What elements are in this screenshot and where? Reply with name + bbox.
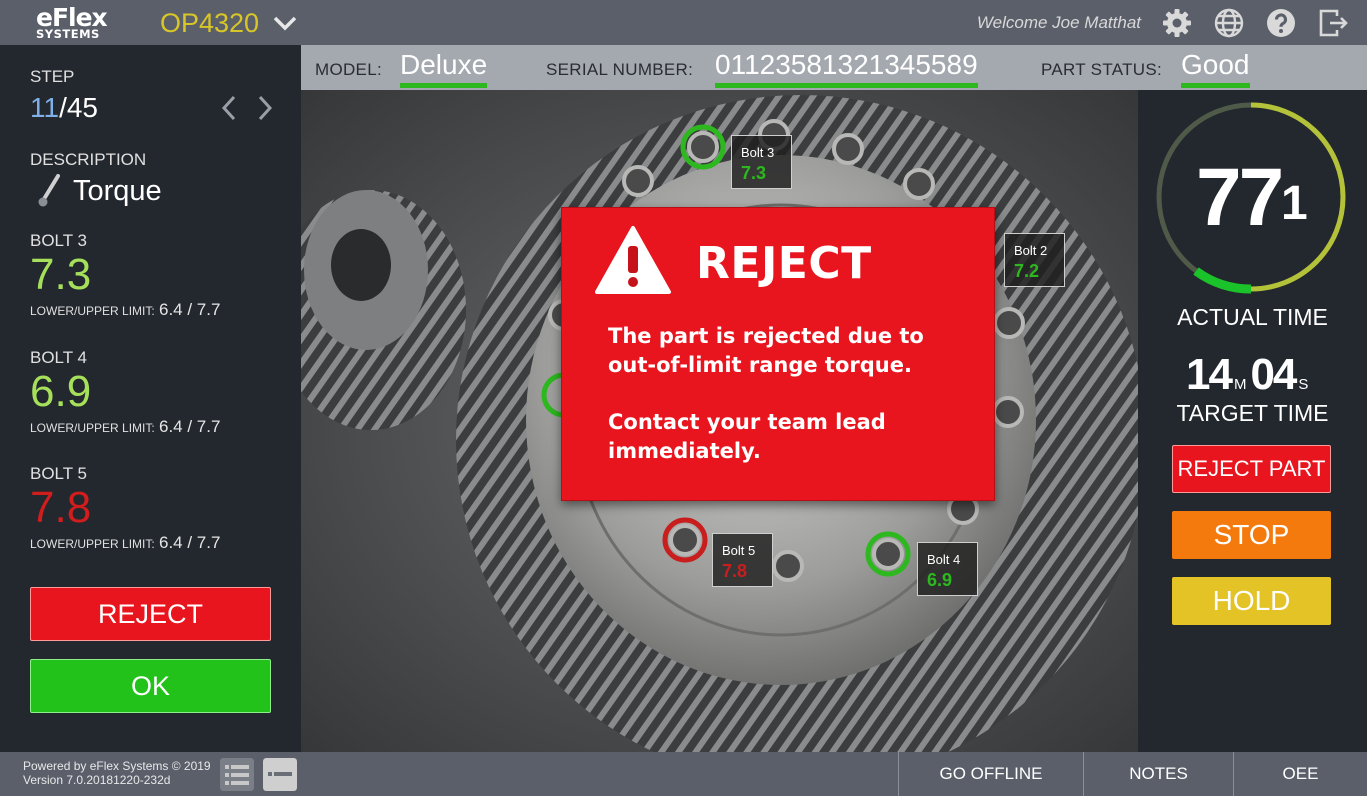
status-value: Good: [1181, 49, 1250, 88]
bolt3-limit-label: LOWER/UPPER LIMIT:: [30, 304, 155, 318]
welcome-text: Welcome Joe Matthat: [976, 13, 1141, 32]
list-view-icon[interactable]: [220, 758, 254, 791]
single-view-icon[interactable]: [263, 758, 297, 791]
notes-button[interactable]: NOTES: [1083, 752, 1233, 796]
settings-gear-icon[interactable]: [1161, 7, 1193, 39]
dialog-message-line1: The part is rejected due to: [608, 324, 924, 348]
bolt3-overlay-value: 7.3: [741, 163, 767, 183]
bolt3-limit-value: 6.4 / 7.7: [159, 300, 221, 319]
step-counter: 11/45: [30, 92, 98, 124]
part-info-bar: MODEL: Deluxe SERIAL NUMBER: 01123581321…: [301, 45, 1367, 90]
bolt5-limit-value: 6.4 / 7.7: [159, 533, 221, 552]
target-time-value: 14 M04 S: [1186, 350, 1312, 400]
powered-by-text: Powered by eFlex Systems © 2019: [23, 759, 211, 773]
actual-time-value: 77: [1196, 152, 1284, 243]
target-seconds: 04: [1250, 350, 1297, 399]
description-label: DESCRIPTION: [30, 150, 147, 169]
bolt4-overlay-value: 6.9: [927, 570, 953, 590]
bolt5-limit-label: LOWER/UPPER LIMIT:: [30, 537, 155, 551]
serial-value: 01123581321345589: [715, 49, 978, 88]
reject-button[interactable]: REJECT: [30, 587, 271, 641]
step-current: 11: [30, 92, 60, 123]
ok-button[interactable]: OK: [30, 659, 271, 713]
bolt5-overlay-name: Bolt 5: [722, 543, 756, 558]
bolt3-overlay-name: Bolt 3: [741, 145, 775, 160]
help-icon[interactable]: [1265, 7, 1297, 39]
logout-icon[interactable]: [1317, 7, 1349, 39]
bolt2-overlay: Bolt 2 7.2: [1004, 233, 1065, 287]
next-step-icon[interactable]: [255, 93, 275, 123]
top-bar: eFlex SYSTEMS OP4320 Welcome Joe Matthat: [0, 0, 1367, 45]
bolt4-overlay-name: Bolt 4: [927, 552, 961, 567]
target-seconds-unit: S: [1298, 376, 1309, 393]
dialog-message-line3: Contact your team lead: [608, 410, 886, 434]
hold-button[interactable]: HOLD: [1172, 577, 1331, 625]
model-value: Deluxe: [400, 49, 488, 88]
bolt2-overlay-name: Bolt 2: [1014, 243, 1048, 258]
actual-time-fraction: 1: [1281, 177, 1308, 230]
torque-wrench-icon: [38, 174, 60, 207]
previous-step-icon[interactable]: [219, 93, 239, 123]
oee-button[interactable]: OEE: [1233, 752, 1367, 796]
description-value: Torque: [73, 175, 162, 207]
bolt4-limit-value: 6.4 / 7.7: [159, 417, 221, 436]
bolt4-label: BOLT 4: [30, 348, 88, 367]
bolt5-label: BOLT 5: [30, 464, 88, 483]
serial-label: SERIAL NUMBER:: [546, 60, 694, 79]
bolt4-limit-label: LOWER/UPPER LIMIT:: [30, 421, 155, 435]
bolt5-overlay-value: 7.8: [722, 561, 748, 581]
target-time-label: TARGET TIME: [1176, 400, 1329, 426]
target-minutes-unit: M: [1233, 376, 1247, 393]
go-offline-button[interactable]: GO OFFLINE: [898, 752, 1083, 796]
step-label: STEP: [30, 67, 75, 86]
actual-time-label: ACTUAL TIME: [1177, 304, 1328, 330]
eflex-logo: eFlex SYSTEMS: [36, 3, 136, 41]
bolt2-overlay-value: 7.2: [1014, 261, 1040, 281]
reject-dialog: REJECT The part is rejected due to out-o…: [561, 207, 995, 501]
footer-credits: Powered by eFlex Systems © 2019 Version …: [23, 759, 211, 787]
logo-text: eFlex: [36, 3, 108, 32]
bolt5-overlay: Bolt 5 7.8: [712, 533, 773, 587]
bolt3-label: BOLT 3: [30, 231, 88, 250]
reject-part-button[interactable]: REJECT PART: [1172, 445, 1331, 493]
step-panel: STEP 11/45 DESCRIPTION Torque BOLT 3 7.3…: [0, 45, 301, 752]
bolt4-overlay: Bolt 4 6.9: [917, 542, 978, 596]
target-minutes: 14: [1186, 350, 1233, 399]
footer-bar: Powered by eFlex Systems © 2019 Version …: [0, 752, 1367, 796]
bolt3-value: 7.3: [30, 250, 92, 299]
language-globe-icon[interactable]: [1213, 7, 1245, 39]
logo-subtext: SYSTEMS: [36, 27, 100, 41]
warning-icon: [595, 226, 671, 294]
dialog-message-line2: out-of-limit range torque.: [608, 353, 912, 377]
version-text: Version 7.0.20181220-232d: [23, 773, 171, 787]
bolt4-value: 6.9: [30, 367, 92, 416]
chevron-down-icon[interactable]: [270, 9, 300, 37]
model-label: MODEL:: [315, 60, 382, 79]
dialog-title: REJECT: [696, 238, 872, 289]
step-total: /45: [59, 92, 99, 123]
dialog-message-line4: immediately.: [608, 439, 761, 463]
stop-button[interactable]: STOP: [1172, 511, 1331, 559]
operation-selector[interactable]: OP4320: [160, 8, 259, 39]
bolt3-overlay: Bolt 3 7.3: [731, 135, 792, 189]
status-label: PART STATUS:: [1041, 60, 1163, 79]
bolt5-value: 7.8: [30, 483, 92, 532]
